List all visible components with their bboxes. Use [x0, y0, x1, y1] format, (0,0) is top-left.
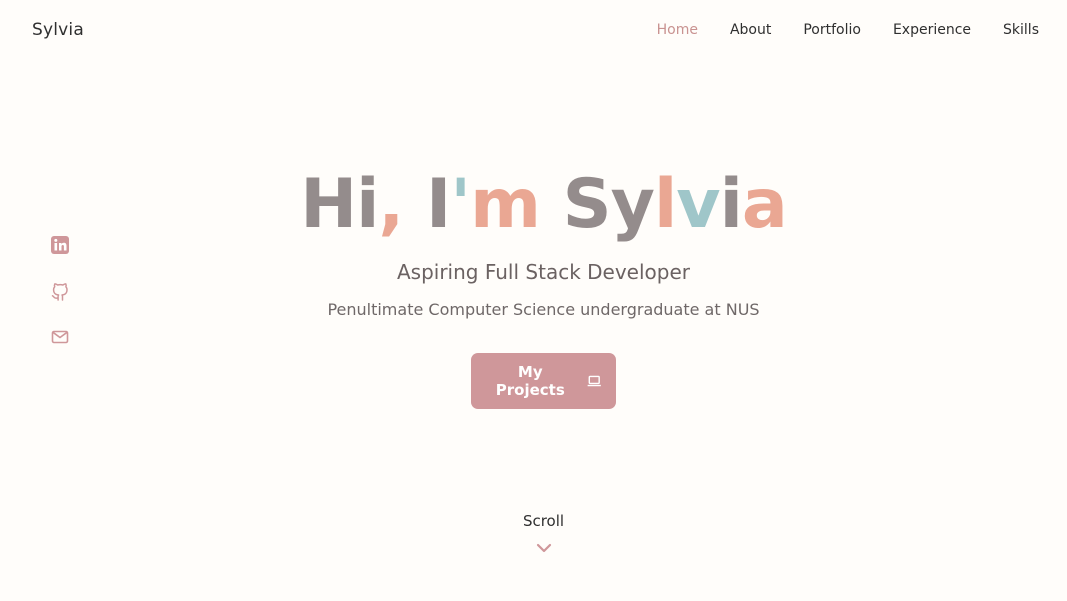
- title-hi: Hi: [300, 165, 379, 244]
- title-l: l: [653, 165, 677, 244]
- my-projects-button[interactable]: My Projects: [471, 353, 616, 409]
- brand-logo[interactable]: Sylvia: [32, 20, 84, 40]
- my-projects-label: My Projects: [495, 363, 565, 399]
- nav-item-home[interactable]: Home: [657, 22, 698, 38]
- hero-title: Hi, I'm Sylvia: [0, 160, 1067, 250]
- laptop-icon: [587, 375, 601, 387]
- chevron-down-icon: [536, 543, 551, 553]
- title-sy: Sy: [562, 165, 655, 244]
- hero-subtitle: Aspiring Full Stack Developer: [396, 260, 690, 284]
- title-comma: ,: [378, 165, 404, 244]
- nav-item-experience[interactable]: Experience: [893, 22, 971, 38]
- scroll-indicator[interactable]: Scroll: [0, 512, 1067, 554]
- page: Sylvia Home About Portfolio Experience S…: [0, 0, 1067, 601]
- nav-item-portfolio[interactable]: Portfolio: [803, 22, 861, 38]
- hero-section: Hi, I'm Sylvia Aspiring Full Stack Devel…: [0, 160, 1067, 409]
- nav-item-about[interactable]: About: [730, 22, 771, 38]
- main-nav: Home About Portfolio Experience Skills: [657, 22, 1039, 38]
- hero-description: Penultimate Computer Science undergradua…: [327, 300, 760, 319]
- title-i2: i: [719, 165, 743, 244]
- title-m: m: [470, 165, 541, 244]
- nav-item-skills[interactable]: Skills: [1003, 22, 1039, 38]
- title-apostrophe: ': [450, 165, 471, 244]
- title-v: v: [676, 165, 720, 244]
- title-i: I: [425, 165, 451, 244]
- scroll-label: Scroll: [522, 512, 565, 530]
- title-a: a: [741, 165, 788, 244]
